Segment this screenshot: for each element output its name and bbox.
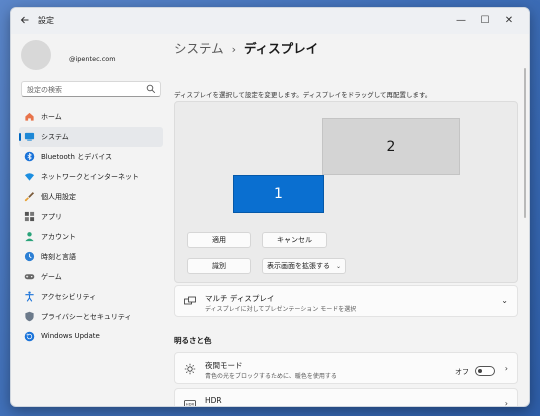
breadcrumb-parent[interactable]: システム	[174, 41, 224, 56]
chevron-right-icon: ›	[504, 364, 508, 373]
display-mode-dropdown[interactable]: 表示画面を拡張する ⌄	[262, 258, 346, 274]
sidebar-item-label: ゲーム	[41, 273, 62, 281]
monitor-2[interactable]: 2	[322, 118, 460, 175]
multi-display-description: ディスプレイに対してプレゼンテーション モードを選択	[205, 306, 357, 313]
night-light-state: オフ	[455, 368, 469, 376]
sidebar-item-label: プライバシーとセキュリティ	[41, 313, 132, 321]
sidebar-item-label: Bluetooth とデバイス	[41, 153, 112, 161]
monitor-1[interactable]: 1	[233, 175, 324, 213]
sidebar-item-label: システム	[41, 133, 69, 141]
chevron-down-icon: ⌄	[335, 262, 342, 270]
apps-icon	[24, 211, 35, 222]
settings-window: 設定 — ☐ ✕ @ipentec.com 設定の検索 ホーム システム Blu…	[10, 7, 530, 407]
display-icon	[24, 132, 35, 141]
night-light-description: 青色の光をブロックするために、暖色を使用する	[205, 373, 337, 380]
person-icon	[25, 232, 34, 242]
sidebar-item-accessibility[interactable]: アクセシビリティ	[19, 287, 163, 307]
accessibility-icon	[25, 291, 34, 302]
night-light-toggle[interactable]	[475, 366, 495, 376]
brush-icon	[24, 192, 35, 202]
multi-display-card[interactable]: マルチ ディスプレイ ディスプレイに対してプレゼンテーション モードを選択 ⌄	[174, 285, 518, 317]
multi-monitor-icon	[184, 296, 196, 305]
sidebar-item-system[interactable]: システム	[19, 127, 163, 147]
arrange-instruction: ディスプレイを選択して設定を変更します。ディスプレイをドラッグして再配置します。	[174, 91, 432, 99]
arrow-left-icon	[20, 16, 29, 24]
back-button[interactable]	[17, 13, 33, 29]
app-title: 設定	[38, 16, 54, 25]
title-bar: 設定 — ☐ ✕	[11, 8, 529, 34]
update-icon	[24, 331, 35, 342]
breadcrumb: システム › ディスプレイ	[174, 38, 318, 57]
hdr-title: HDR	[205, 396, 222, 405]
search-input[interactable]: 設定の検索	[21, 81, 161, 97]
toggle-knob	[478, 369, 482, 373]
shield-icon	[25, 311, 34, 322]
sidebar-item-label: 個人用設定	[41, 193, 76, 201]
multi-display-title: マルチ ディスプレイ	[205, 294, 275, 303]
apply-button[interactable]: 適用	[187, 232, 251, 248]
minimize-button[interactable]: —	[449, 12, 473, 30]
sidebar-item-label: アカウント	[41, 233, 76, 241]
wifi-icon	[24, 173, 35, 181]
sidebar-nav: ホーム システム Bluetooth とデバイス ネットワークとインターネット …	[19, 107, 163, 347]
breadcrumb-separator-icon: ›	[231, 43, 237, 56]
account-email: @ipentec.com	[69, 55, 116, 63]
avatar[interactable]	[21, 40, 51, 70]
sidebar-item-time-language[interactable]: 時刻と言語	[19, 247, 163, 267]
maximize-button[interactable]: ☐	[473, 12, 497, 30]
home-icon	[25, 112, 34, 121]
sidebar-item-label: アプリ	[41, 213, 62, 221]
svg-text:HDR: HDR	[186, 402, 195, 407]
sidebar-item-bluetooth[interactable]: Bluetooth とデバイス	[19, 147, 163, 167]
hdr-card[interactable]: HDR HDR ›	[174, 388, 518, 407]
globe-clock-icon	[24, 251, 35, 262]
display-mode-value: 表示画面を拡張する	[266, 262, 330, 270]
sidebar-item-label: Windows Update	[41, 332, 100, 340]
sidebar-item-label: ネットワークとインターネット	[41, 173, 139, 181]
chevron-down-icon: ⌄	[501, 296, 508, 305]
search-icon	[146, 84, 156, 94]
sidebar-item-label: アクセシビリティ	[41, 293, 97, 301]
sidebar-item-apps[interactable]: アプリ	[19, 207, 163, 227]
bluetooth-icon	[24, 151, 35, 162]
sidebar-item-home[interactable]: ホーム	[19, 107, 163, 127]
cancel-button[interactable]: キャンセル	[262, 232, 327, 248]
gamepad-icon	[24, 274, 35, 280]
sidebar-item-windows-update[interactable]: Windows Update	[19, 327, 163, 347]
display-arrangement-panel: 2 1 適用 キャンセル 識別 表示画面を拡張する ⌄	[174, 101, 518, 283]
scrollbar[interactable]	[524, 68, 526, 218]
brightness-icon	[184, 363, 196, 375]
brightness-color-heading: 明るさと色	[174, 336, 212, 345]
chevron-right-icon: ›	[504, 399, 508, 407]
page-title: ディスプレイ	[244, 41, 319, 56]
identify-button[interactable]: 識別	[187, 258, 251, 274]
sidebar-item-label: 時刻と言語	[41, 253, 76, 261]
sidebar-item-label: ホーム	[41, 113, 62, 121]
sidebar-item-personalization[interactable]: 個人用設定	[19, 187, 163, 207]
hdr-icon: HDR	[184, 400, 196, 407]
sidebar-item-accounts[interactable]: アカウント	[19, 227, 163, 247]
close-button[interactable]: ✕	[497, 12, 521, 30]
sidebar-item-gaming[interactable]: ゲーム	[19, 267, 163, 287]
sidebar-item-network[interactable]: ネットワークとインターネット	[19, 167, 163, 187]
search-placeholder: 設定の検索	[27, 86, 62, 94]
night-light-card[interactable]: 夜間モード 青色の光をブロックするために、暖色を使用する オフ ›	[174, 352, 518, 384]
night-light-title: 夜間モード	[205, 361, 243, 370]
sidebar-item-privacy[interactable]: プライバシーとセキュリティ	[19, 307, 163, 327]
